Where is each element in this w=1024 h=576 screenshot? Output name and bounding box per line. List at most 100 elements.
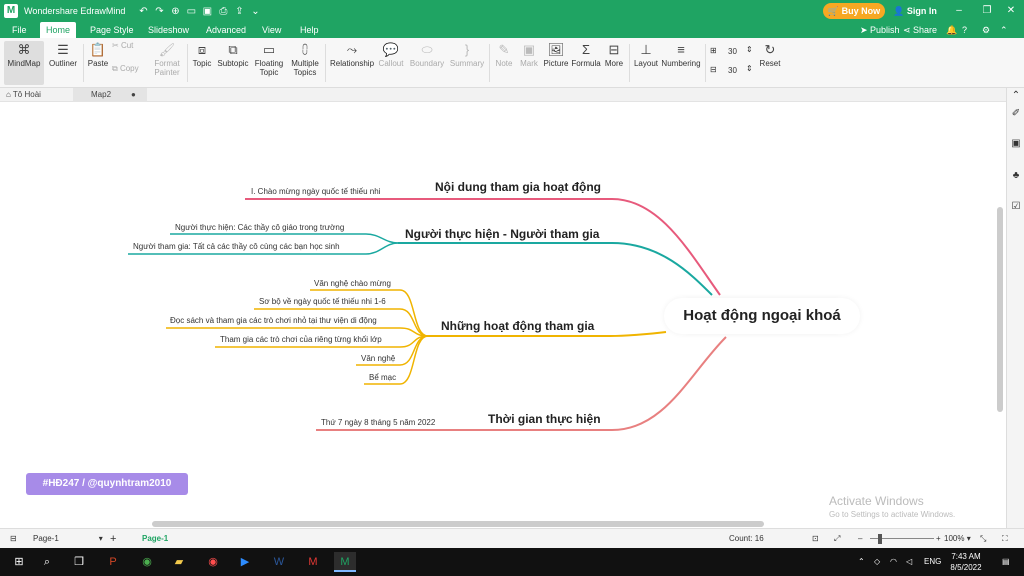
mindmap-canvas[interactable]: Nội dung tham gia hoạt động I. Chào mừng… (0, 103, 1006, 528)
word-icon[interactable]: W (268, 552, 290, 572)
subtopic[interactable]: Văn nghệ chào mừng (314, 279, 391, 288)
clock[interactable]: 7:43 AM 8/5/2022 (944, 551, 988, 573)
relationship-button[interactable]: ⤳ Relationship (328, 41, 376, 85)
subtopic[interactable]: Người thực hiện: Các thầy cô giáo trong … (175, 223, 344, 232)
more-button[interactable]: ⊟ More (602, 41, 626, 85)
branch-topic[interactable]: Người thực hiện - Người tham gia (405, 227, 599, 241)
fit-width-icon[interactable]: ⤢ (834, 529, 840, 549)
page-tab[interactable]: Page-1 (142, 529, 168, 549)
language-indicator[interactable]: ENG (924, 548, 941, 576)
open-icon[interactable]: ▭ (185, 6, 197, 17)
format-panel-icon[interactable]: ✐ (1010, 108, 1022, 120)
export-icon[interactable]: ⇪ (233, 6, 245, 17)
more-icon[interactable]: ⌄ (249, 6, 261, 17)
clipart-panel-icon[interactable]: ♣ (1010, 170, 1022, 182)
edrawmind-taskbar-icon[interactable]: M (334, 552, 356, 572)
layout-button[interactable]: ⊥ Layout (632, 41, 660, 85)
tab-file[interactable]: File (6, 22, 33, 38)
mark-button[interactable]: ▣ Mark (517, 41, 541, 85)
tab-slideshow[interactable]: Slideshow (142, 22, 195, 38)
subtopic-button[interactable]: ⧉ Subtopic (216, 41, 250, 85)
new-icon[interactable]: ⊕ (169, 6, 181, 17)
undo-icon[interactable]: ↶ (137, 6, 149, 17)
outliner-button[interactable]: ☰ Outliner (46, 41, 80, 85)
mindmap-button[interactable]: ⌘ MindMap (4, 41, 44, 85)
task-panel-icon[interactable]: ☑ (1010, 201, 1022, 213)
branch-topic[interactable]: Những hoạt động tham gia (441, 319, 594, 333)
vertical-spacing-input[interactable]: 30 (728, 66, 737, 75)
subtopic[interactable]: Sơ bộ về ngày quốc tế thiếu nhi 1-6 (259, 297, 386, 306)
minimize-icon[interactable]: – (944, 0, 974, 22)
mark-panel-icon[interactable]: ▣ (1010, 138, 1022, 150)
vertical-spacing-stepper-icon[interactable]: ⇕ (746, 64, 753, 73)
tray-chevron-icon[interactable]: ⌃ (858, 548, 865, 576)
chrome-icon[interactable]: ◉ (136, 552, 158, 572)
collapse-panel-icon[interactable]: ⌃ (1010, 90, 1022, 102)
numbering-button[interactable]: ≡ Numbering (660, 41, 702, 85)
tab-home[interactable]: Home (40, 22, 77, 38)
central-topic[interactable]: Hoạt động ngoại khoá (664, 298, 860, 334)
horizontal-spacing-input[interactable]: 30 (728, 47, 737, 56)
zoom-slider-thumb[interactable] (878, 534, 882, 544)
subtopic[interactable]: Đọc sách và tham gia các trò chơi nhỏ tạ… (170, 316, 377, 325)
wifi-icon[interactable]: ◠ (890, 548, 897, 576)
settings-icon[interactable]: ⚙ (982, 22, 990, 38)
subtopic[interactable]: Người tham gia: Tất cả các thầy cô cùng … (133, 242, 340, 251)
print-icon[interactable]: ⎙ (217, 6, 229, 17)
boundary-button[interactable]: ⬭ Boundary (408, 41, 446, 85)
reset-button[interactable]: ↻ Reset (758, 41, 782, 85)
subtopic[interactable]: I. Chào mừng ngày quốc tế thiếu nhi (251, 187, 380, 196)
fit-page-icon[interactable]: ⊡ (812, 529, 819, 549)
doc-tab-map2[interactable]: Map2 ● (73, 88, 147, 102)
tab-help[interactable]: Help (294, 22, 325, 38)
notification-icon[interactable]: 🔔 (946, 22, 957, 38)
subtopic[interactable]: Văn nghệ (361, 354, 395, 363)
file-explorer-icon[interactable]: ▰ (168, 552, 190, 572)
fullscreen-icon[interactable]: ⛶ (1002, 529, 1008, 549)
collapse-ribbon-icon[interactable]: ⌃ (1000, 22, 1008, 38)
horizontal-scrollbar[interactable] (152, 521, 764, 527)
picture-button[interactable]: 🖼 Picture (542, 41, 570, 85)
zoom-in-icon[interactable]: + (936, 529, 941, 549)
unsaved-dot-icon[interactable]: ● (131, 88, 136, 102)
toggle-page-panel-icon[interactable]: ⊟ (10, 529, 17, 549)
subtopic[interactable]: Bể mạc (369, 373, 396, 382)
powerpoint-icon[interactable]: P (102, 552, 124, 572)
help-icon[interactable]: ? (962, 22, 967, 38)
sign-in-button[interactable]: 👤 Sign In (890, 3, 940, 19)
tab-advanced[interactable]: Advanced (200, 22, 252, 38)
branch-topic[interactable]: Nội dung tham gia hoạt động (435, 180, 601, 194)
subtopic[interactable]: Tham gia các trò chơi của riêng từng khố… (220, 335, 382, 344)
branch-topic[interactable]: Thời gian thực hiện (488, 412, 601, 426)
notifications-icon[interactable]: ▤ (1002, 548, 1010, 576)
copy-button[interactable]: ⧉ Copy (112, 64, 148, 82)
close-icon[interactable]: ✕ (996, 0, 1024, 22)
zoom-level[interactable]: 100% ▾ (944, 529, 971, 549)
paste-button[interactable]: 📋 Paste (86, 41, 110, 85)
tab-page-style[interactable]: Page Style (84, 22, 140, 38)
cut-button[interactable]: ✂ Cut (112, 41, 144, 59)
buy-now-button[interactable]: 🛒 Buy Now (823, 3, 885, 19)
note-button[interactable]: ✎ Note (492, 41, 516, 85)
format-painter-button[interactable]: 🖌 Format Painter (150, 41, 184, 85)
share-button[interactable]: ⋖ Share (903, 22, 937, 38)
page-select[interactable]: Page-1 ▾ (33, 529, 103, 549)
add-page-icon[interactable]: + (110, 529, 116, 549)
fit-to-screen-icon[interactable]: ⤡ (980, 529, 986, 549)
summary-button[interactable]: } Summary (448, 41, 486, 85)
save-icon[interactable]: ▣ (201, 6, 213, 17)
topic-button[interactable]: ⧈ Topic (190, 41, 214, 85)
search-icon[interactable]: ⌕ (36, 552, 58, 572)
formula-button[interactable]: Σ Formula (570, 41, 602, 85)
zoom-app-icon[interactable]: ▶ (234, 552, 256, 572)
floating-topic-button[interactable]: ▭ Floating Topic (253, 41, 285, 85)
tab-view[interactable]: View (256, 22, 287, 38)
mcafee-icon[interactable]: M (302, 552, 324, 572)
volume-icon[interactable]: ◁ (906, 548, 912, 576)
redo-icon[interactable]: ↷ (153, 6, 165, 17)
horizontal-spacing-stepper-icon[interactable]: ⇕ (746, 45, 753, 54)
chrome-profile-icon[interactable]: ◉ (202, 552, 224, 572)
doc-tab-to-hoai[interactable]: ⌂ Tô Hoài (4, 88, 72, 102)
windows-start-icon[interactable]: ⊞ (8, 552, 30, 572)
zoom-out-icon[interactable]: – (858, 529, 862, 549)
